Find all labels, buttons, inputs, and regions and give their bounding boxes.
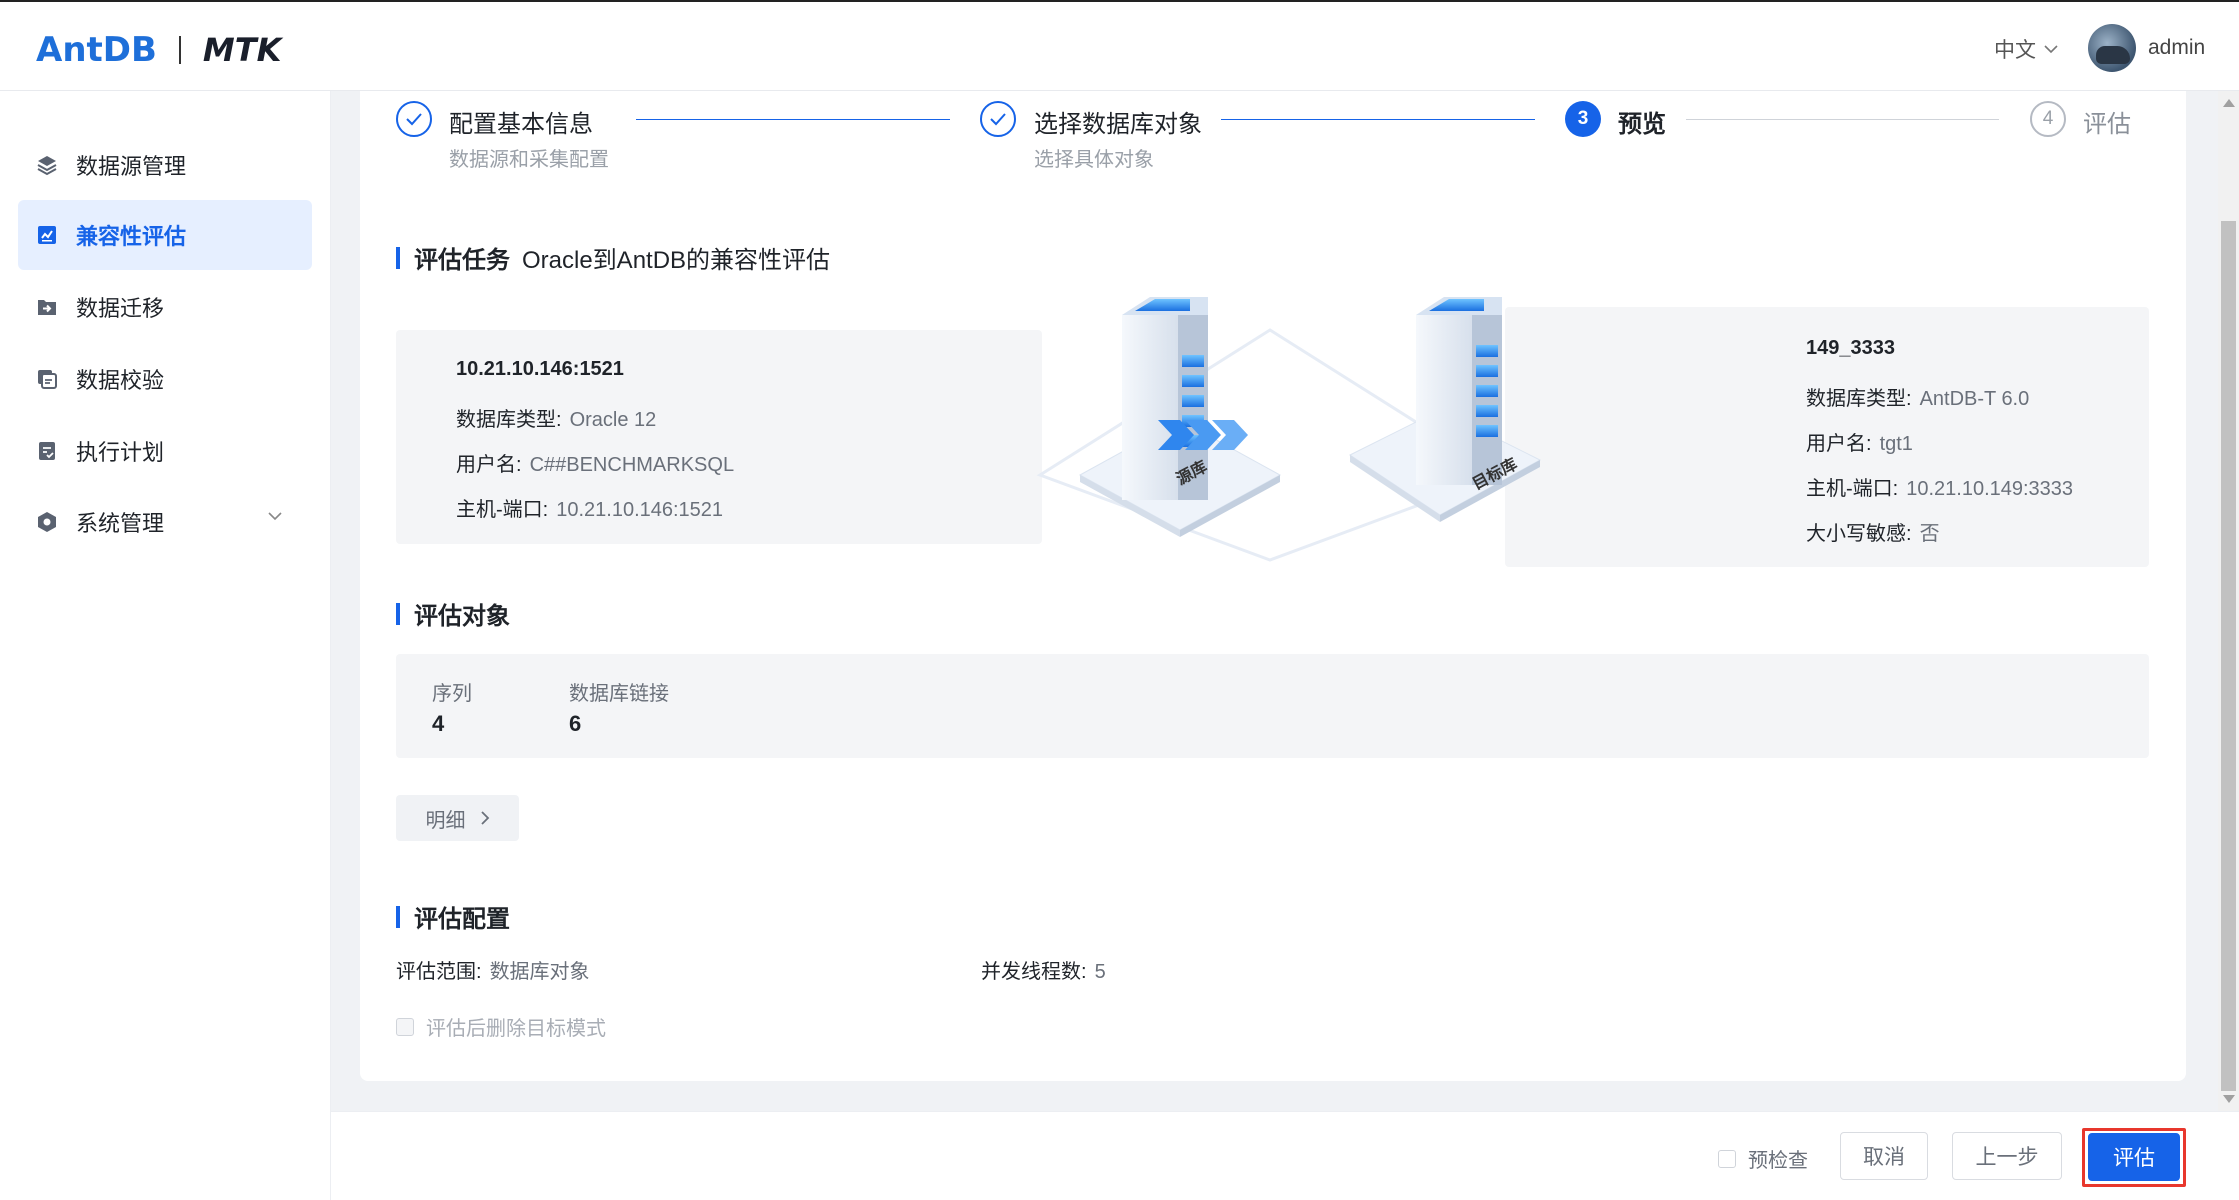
username[interactable]: admin (2148, 36, 2205, 60)
step-connector (1686, 119, 1999, 120)
step-2-desc: 选择具体对象 (1034, 149, 1154, 171)
sidebar-item-label: 系统管理 (76, 511, 165, 536)
source-host: 主机-端口: 10.21.10.146:1521 (456, 499, 724, 521)
step-1-check-icon (396, 101, 432, 137)
precheck-checkbox[interactable]: 预检查 (1718, 1144, 1808, 1173)
logo-product: MTK (202, 31, 282, 69)
sidebar-item-label: 数据迁移 (76, 296, 165, 321)
source-user: 用户名: C##BENCHMARKSQL (456, 454, 735, 476)
chevron-right-icon (480, 811, 489, 825)
objects-heading: 评估对象 (396, 596, 510, 631)
migrate-icon (36, 296, 58, 318)
sidebar-item-label: 数据校验 (76, 368, 165, 393)
chevron-down-icon (268, 512, 282, 521)
language-selector[interactable]: 中文 (1994, 34, 2058, 64)
target-title: 149_3333 (1806, 337, 1895, 359)
sidebar-item-label: 兼容性评估 (76, 224, 187, 249)
sidebar-item-assessment[interactable]: 兼容性评估 (18, 200, 312, 270)
migration-illustration: 源库 目标库 (1036, 297, 1542, 562)
language-label: 中文 (1994, 39, 2036, 62)
objects-summary (396, 654, 2149, 758)
detail-button[interactable]: 明细 (396, 795, 519, 841)
task-name: Oracle到AntDB的兼容性评估 (522, 247, 831, 274)
checkbox-box[interactable] (396, 1017, 414, 1036)
checkbox-box[interactable] (1718, 1149, 1736, 1168)
sidebar-item-label: 执行计划 (76, 440, 165, 465)
verify-icon (36, 368, 58, 390)
settings-icon (36, 511, 58, 533)
source-title: 10.21.10.146:1521 (456, 358, 624, 380)
object-type-label: 数据库链接 (569, 683, 669, 705)
top-header: AntDB MTK 中文 admin (0, 0, 2239, 91)
sidebar: 数据源管理 兼容性评估 数据迁移 数据校验 执行计划 系统管理 (0, 91, 331, 1200)
step-connector (636, 119, 950, 120)
sidebar-item-system[interactable]: 系统管理 (18, 487, 312, 557)
scroll-down-arrow-icon[interactable] (2223, 1095, 2235, 1103)
target-host: 主机-端口: 10.21.10.149:3333 (1806, 478, 2074, 500)
step-4-indicator: 4 (2030, 101, 2066, 137)
object-type-label: 序列 (432, 683, 472, 705)
sidebar-item-datasource[interactable]: 数据源管理 (18, 130, 312, 200)
logo-divider (178, 36, 181, 64)
object-count: 4 (432, 711, 445, 736)
scroll-up-arrow-icon[interactable] (2223, 99, 2235, 107)
step-4-title: 评估 (2083, 111, 2131, 138)
config-scope: 评估范围: 数据库对象 (396, 961, 590, 983)
sidebar-item-plan[interactable]: 执行计划 (18, 416, 312, 486)
step-2-check-icon (980, 101, 1016, 137)
scrollbar[interactable] (2218, 91, 2239, 1111)
drop-schema-checkbox[interactable]: 评估后删除目标模式 (396, 1012, 606, 1041)
config-threads: 并发线程数: 5 (981, 961, 1106, 983)
target-case-sensitive: 大小写敏感: 否 (1806, 523, 1940, 545)
cancel-button[interactable]: 取消 (1840, 1132, 1928, 1180)
assessment-icon (36, 224, 58, 246)
layers-icon (36, 154, 58, 176)
source-db-type: 数据库类型: Oracle 12 (456, 409, 657, 431)
target-server-icon: 目标库 (1349, 297, 1542, 522)
sidebar-item-migration[interactable]: 数据迁移 (18, 272, 312, 342)
task-heading: 评估任务 Oracle到AntDB的兼容性评估 (396, 240, 830, 275)
step-3-title: 预览 (1618, 111, 1666, 138)
step-1-title: 配置基本信息 (449, 111, 593, 138)
logo-brand: AntDB (36, 30, 157, 70)
step-1-desc: 数据源和采集配置 (449, 149, 609, 171)
chevron-down-icon (2044, 45, 2058, 54)
sidebar-item-verify[interactable]: 数据校验 (18, 344, 312, 414)
object-count: 6 (569, 711, 582, 736)
target-db-type: 数据库类型: AntDB-T 6.0 (1806, 388, 2030, 410)
highlight-box (2082, 1128, 2186, 1187)
prev-step-button[interactable]: 上一步 (1952, 1132, 2062, 1180)
scroll-thumb[interactable] (2221, 221, 2236, 1091)
plan-icon (36, 440, 58, 462)
avatar[interactable] (2088, 24, 2136, 72)
step-connector (1221, 119, 1535, 120)
config-heading: 评估配置 (396, 899, 510, 934)
step-3-indicator: 3 (1565, 101, 1601, 137)
sidebar-item-label: 数据源管理 (76, 154, 187, 179)
target-user: 用户名: tgt1 (1806, 433, 1913, 455)
app-logo[interactable]: AntDB MTK (36, 30, 281, 70)
step-2-title: 选择数据库对象 (1034, 111, 1202, 138)
